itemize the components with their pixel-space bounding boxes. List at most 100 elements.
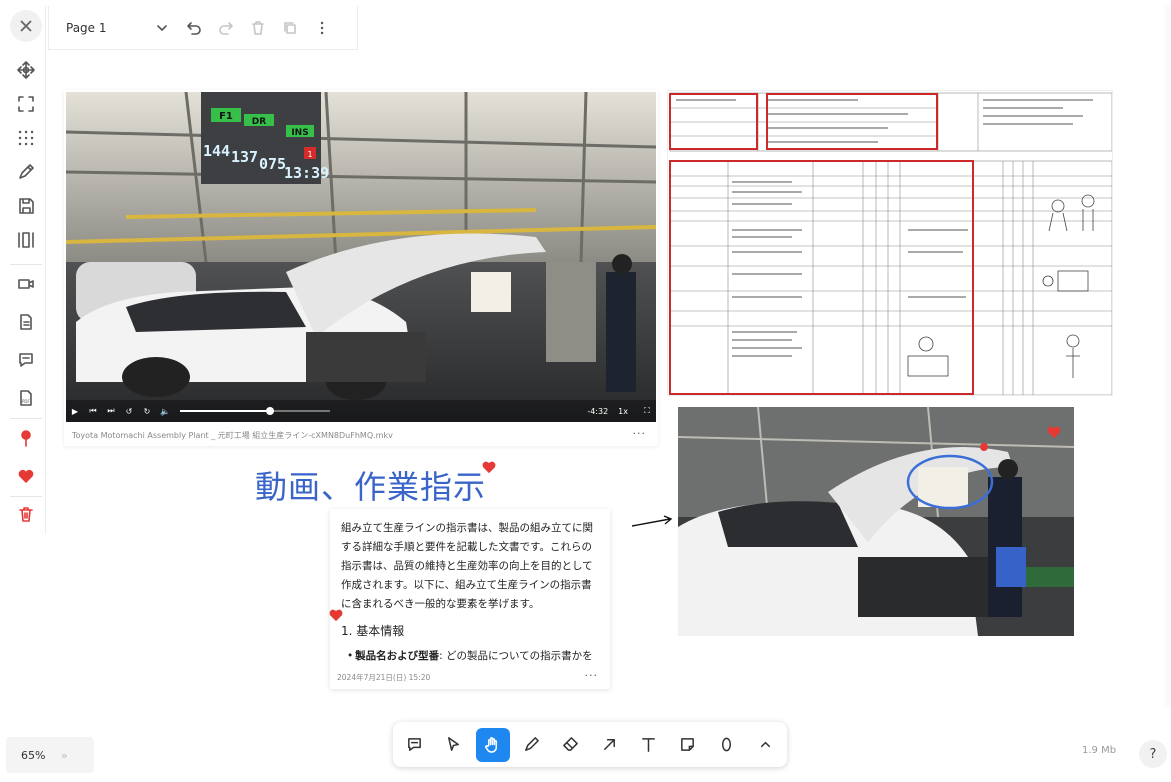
more-vertical-icon — [320, 21, 324, 34]
grid-icon — [18, 130, 34, 146]
close-button[interactable] — [10, 10, 42, 42]
fit-icon — [18, 96, 34, 112]
board-value-actual: 137 — [231, 148, 258, 166]
page-menu-button[interactable] — [306, 12, 338, 44]
double-chevron-right-icon[interactable]: » — [61, 749, 68, 762]
highlight-box-steps — [669, 160, 974, 395]
pin-button[interactable] — [12, 424, 40, 452]
arrow-tool-icon — [604, 739, 615, 750]
columns-icon — [18, 232, 34, 248]
redo-button[interactable] — [210, 12, 242, 44]
list-item-bold: 製品名および型番 — [355, 650, 440, 662]
heart-reaction-icon[interactable] — [1046, 424, 1062, 439]
undo-icon — [187, 21, 201, 35]
video-player[interactable]: F1 DR INS 1 144 137 075 13:39 ▶ ⏮ ⏭ ↺ ↻ … — [66, 92, 656, 422]
heart-reaction-icon[interactable] — [481, 459, 497, 474]
board-badge: 1 — [307, 150, 312, 159]
arrow-tool-button[interactable] — [593, 728, 627, 762]
list-item: • 製品名および型番: どの製品についての指示書かを明確にします — [341, 647, 599, 667]
board-value-time: 13:39 — [284, 164, 329, 182]
hand-tool-button[interactable] — [475, 727, 510, 762]
zoom-level[interactable]: 65% — [21, 749, 61, 762]
fullscreen-icon[interactable]: ⛶ — [638, 406, 656, 416]
add-pdf-button[interactable]: PDF — [12, 384, 40, 412]
help-button[interactable]: ? — [1139, 740, 1167, 768]
pdf-icon: PDF — [20, 390, 32, 406]
move-icon — [17, 61, 35, 79]
file-size: 1.9 Mb — [1082, 745, 1117, 756]
video-card-menu-icon[interactable]: ··· — [633, 427, 647, 440]
eraser-tool-button[interactable] — [554, 728, 588, 762]
video-time-remaining: -4:32 — [587, 406, 609, 416]
undo-button[interactable] — [178, 12, 210, 44]
video-controls: ▶ ⏮ ⏭ ↺ ↻ 🔈 -4:32 1x ⛶ — [66, 400, 656, 422]
highlight-box-equipment — [766, 93, 938, 150]
comment-tool-button[interactable] — [398, 728, 432, 762]
play-icon[interactable]: ▶ — [66, 407, 84, 416]
draw-button[interactable] — [12, 158, 40, 186]
add-comment-button[interactable] — [12, 346, 40, 374]
save-icon — [19, 198, 34, 214]
trash-icon — [19, 507, 33, 522]
skip-back-icon[interactable]: ⏮ — [84, 406, 102, 416]
chevron-down-icon — [157, 24, 167, 31]
rewind-10-icon[interactable]: ↺ — [120, 407, 138, 416]
factory-video-frame: F1 DR INS 1 144 137 075 13:39 — [66, 92, 656, 422]
page-dropdown-button[interactable] — [146, 12, 178, 44]
grid-button[interactable] — [12, 124, 40, 152]
canvas-heading-text[interactable]: 動画、作業指示 — [255, 462, 486, 508]
text-tool-button[interactable] — [631, 728, 665, 762]
svg-text:PDF: PDF — [22, 399, 30, 404]
text-note-card[interactable]: 組み立て生産ラインの指示書は、製品の組み立てに関する詳細な手順と要件を記載した文… — [330, 509, 610, 689]
sticky-note-tool-button[interactable] — [670, 728, 704, 762]
eraser-tool-icon — [563, 737, 578, 751]
sidebar-divider — [10, 418, 42, 419]
pencil-tool-button[interactable] — [515, 728, 549, 762]
text-note-section-heading: 1. 基本情報 — [341, 624, 405, 638]
video-filename: Toyota Motomachi Assembly Plant _ 元町工場 組… — [72, 431, 393, 440]
heart-reaction-icon[interactable] — [328, 607, 344, 622]
page-name[interactable]: Page 1 — [66, 21, 146, 35]
highlight-box-product — [669, 93, 758, 150]
duplicate-button[interactable] — [274, 12, 306, 44]
add-video-button[interactable] — [12, 270, 40, 298]
assembly-photo[interactable] — [678, 407, 1074, 636]
select-tool-button[interactable] — [437, 728, 471, 762]
comment-icon — [19, 353, 33, 367]
board-value-diff: 075 — [259, 155, 286, 173]
video-card[interactable]: F1 DR INS 1 144 137 075 13:39 ▶ ⏮ ⏭ ↺ ↻ … — [64, 90, 658, 446]
work-instruction-sheet-image[interactable] — [667, 90, 1113, 396]
document-icon — [20, 314, 32, 330]
delete-page-button[interactable] — [242, 12, 274, 44]
add-document-button[interactable] — [12, 308, 40, 336]
columns-button[interactable] — [12, 226, 40, 254]
delete-button[interactable] — [12, 500, 40, 528]
page-bar: Page 1 — [48, 6, 358, 50]
video-progress-bar[interactable] — [180, 407, 330, 415]
chevron-up-icon — [760, 741, 770, 748]
text-tool-icon — [641, 738, 655, 752]
copy-icon — [284, 21, 296, 34]
playback-speed-button[interactable]: 1x — [618, 407, 628, 416]
pencil-tool-icon — [525, 737, 540, 751]
shape-tool-button[interactable] — [709, 728, 743, 762]
forward-10-icon[interactable]: ↻ — [138, 407, 156, 416]
video-progress-fill — [180, 410, 270, 412]
select-tool-icon — [448, 737, 460, 751]
trash-icon — [252, 20, 264, 35]
heart-button[interactable] — [12, 462, 40, 490]
move-button[interactable] — [12, 56, 40, 84]
video-progress-handle[interactable] — [266, 407, 274, 415]
skip-forward-icon[interactable]: ⏭ — [102, 406, 120, 416]
fit-view-button[interactable] — [12, 90, 40, 118]
volume-icon[interactable]: 🔈 — [156, 407, 174, 416]
pen-icon — [19, 164, 34, 179]
text-note-body: 組み立て生産ラインの指示書は、製品の組み立てに関する詳細な手順と要件を記載した文… — [341, 519, 599, 667]
save-button[interactable] — [12, 192, 40, 220]
connector-arrow[interactable] — [630, 514, 674, 530]
expand-toolbar-button[interactable] — [748, 728, 782, 762]
text-note-menu-icon[interactable]: ··· — [585, 669, 599, 682]
board-value-plan: 144 — [203, 142, 230, 160]
text-note-date: 2024年7月21日(日) 15:20 — [337, 673, 431, 682]
zoom-control[interactable]: 65% » — [6, 737, 94, 773]
